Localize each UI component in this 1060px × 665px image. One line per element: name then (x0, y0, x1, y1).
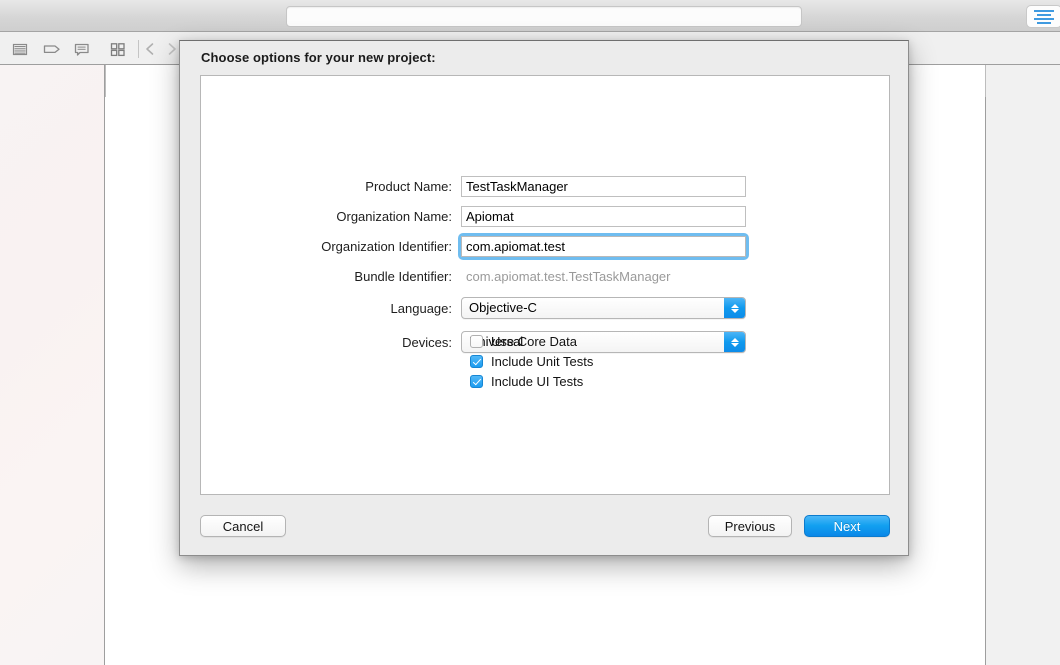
product-name-field-wrap (461, 175, 746, 197)
use-core-data-checkbox[interactable] (470, 334, 483, 348)
previous-button[interactable]: Previous (708, 515, 792, 537)
language-popup-button[interactable]: Objective-C (461, 297, 746, 319)
checkbox-row-include-unit-tests[interactable]: Include Unit Tests (470, 351, 593, 371)
field-row-language: Language: Objective-C (201, 291, 891, 325)
include-ui-tests-checkbox[interactable] (470, 374, 483, 388)
chevron-down-icon (730, 308, 739, 313)
cancel-button[interactable]: Cancel (200, 515, 286, 537)
devices-label: Devices: (402, 334, 452, 350)
checkbox-row-include-ui-tests[interactable]: Include UI Tests (470, 371, 593, 391)
utility-pane-divider[interactable] (985, 33, 986, 665)
list-view-icon[interactable] (10, 40, 30, 58)
activity-status-field[interactable] (286, 6, 802, 27)
include-unit-tests-checkbox[interactable] (470, 354, 483, 368)
include-ui-tests-label: Include UI Tests (491, 373, 584, 389)
utility-pane (986, 65, 1060, 665)
include-unit-tests-label: Include Unit Tests (491, 353, 594, 369)
sheet-title: Choose options for your new project: (201, 50, 436, 65)
toolbar-pane-divider-right (985, 65, 986, 97)
organization-identifier-focus-ring (458, 232, 749, 260)
field-row-product-name: Product Name: (201, 171, 891, 201)
window-titlebar (0, 0, 1060, 32)
lines-inspector-icon-line-4 (1037, 21, 1051, 24)
navigator-pane (0, 65, 105, 665)
comment-bubble-icon[interactable] (72, 40, 92, 58)
chevron-down-icon (730, 342, 739, 347)
organization-name-input[interactable] (461, 205, 746, 227)
language-selected-value: Objective-C (469, 300, 537, 315)
organization-identifier-input[interactable] (461, 235, 746, 257)
toolbar-pane-divider-left (105, 65, 106, 97)
lines-inspector-icon-line-2 (1037, 13, 1051, 16)
devices-stepper-arrows-icon[interactable] (724, 332, 745, 352)
toolbar-separator (138, 40, 139, 58)
product-name-label: Product Name: (365, 178, 452, 194)
back-chevron-icon[interactable] (142, 40, 162, 58)
language-stepper-arrows-icon[interactable] (724, 298, 745, 318)
lines-inspector-icon-line-3 (1034, 17, 1054, 20)
field-row-organization-identifier: Organization Identifier: (201, 231, 891, 261)
organization-identifier-label: Organization Identifier: (321, 238, 452, 254)
organization-name-label: Organization Name: (336, 208, 452, 224)
chevron-up-icon (730, 337, 739, 342)
bundle-identifier-value: com.apiomat.test.TestTaskManager (466, 268, 671, 284)
bundle-identifier-label: Bundle Identifier: (354, 268, 452, 284)
inspector-toggle-button[interactable] (1026, 5, 1060, 28)
use-core-data-label: Use Core Data (491, 333, 577, 349)
project-options-checkboxes: Use Core Data Include Unit Tests Include… (470, 331, 593, 391)
organization-name-field-wrap (461, 205, 746, 227)
lines-inspector-icon-line-1 (1034, 9, 1054, 12)
product-name-input[interactable] (461, 175, 746, 197)
sheet-content-panel: Product Name: Organization Name: Organiz… (200, 75, 890, 495)
chevron-up-icon (730, 303, 739, 308)
field-row-bundle-identifier: Bundle Identifier: com.apiomat.test.Test… (201, 261, 891, 291)
new-project-options-sheet: Choose options for your new project: Pro… (179, 40, 909, 556)
grid-view-icon[interactable] (108, 40, 128, 58)
tag-icon[interactable] (41, 40, 61, 58)
checkbox-row-use-core-data[interactable]: Use Core Data (470, 331, 593, 351)
language-label: Language: (390, 300, 452, 316)
field-row-organization-name: Organization Name: (201, 201, 891, 231)
next-button[interactable]: Next (804, 515, 890, 537)
